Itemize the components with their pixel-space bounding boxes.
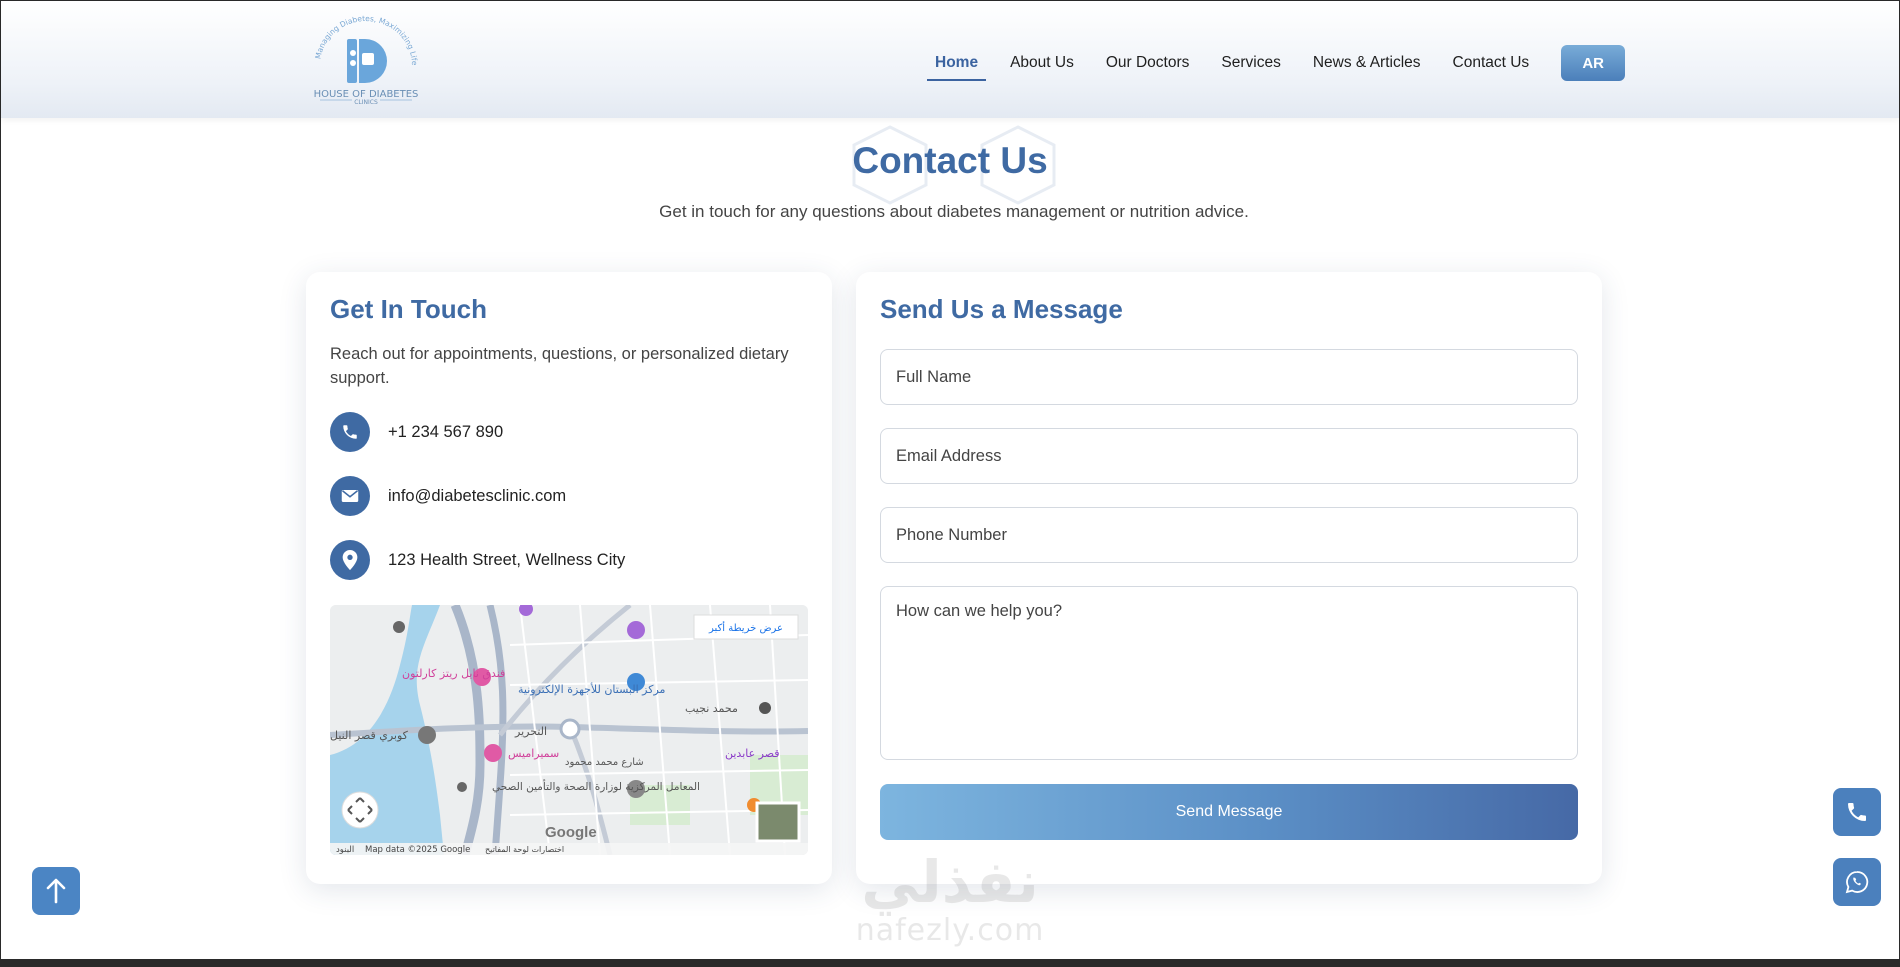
map-keyboard-shortcuts[interactable]: اختصارات لوحة المفاتيح (485, 845, 564, 854)
location-map[interactable]: فندق نايل ريتز كارلتون مركز البستان للأج… (330, 605, 808, 855)
google-logo: Google (545, 824, 597, 841)
phone-icon (1848, 803, 1866, 821)
map-satellite-toggle[interactable] (755, 801, 801, 843)
nav-home[interactable]: Home (927, 45, 987, 81)
whatsapp-float-button[interactable] (1833, 858, 1881, 906)
nav-our-doctors[interactable]: Our Doctors (1098, 45, 1198, 81)
map-label: فندق نايل ريتز كارلتون (402, 667, 505, 680)
watermark-latin: nafezly.com (855, 913, 1045, 948)
contact-info-heading: Get In Touch (330, 294, 487, 324)
map-label: شارع محمد محمود (565, 757, 644, 768)
logo-sub: CLINICS (354, 99, 378, 106)
map-label: المعامل المركزية لوزارة الصحة والتأمين ا… (492, 779, 700, 793)
map-label: قصر عابدين (725, 747, 780, 760)
language-toggle-button[interactable]: AR (1561, 45, 1626, 81)
contact-email-row[interactable]: info@diabetesclinic.com (330, 476, 566, 516)
contact-email: info@diabetesclinic.com (388, 486, 567, 505)
map-attribution: Map data ©2025 Google (365, 845, 470, 855)
site-header: Managing Diabetes, Maximizing Life HOUSE… (1, 1, 1899, 118)
logo-icon: Managing Diabetes, Maximizing Life HOUSE… (313, 14, 419, 106)
main-nav: Home About Us Our Doctors Services News … (927, 43, 1626, 83)
watermark: نفذلي nafezly.com (840, 850, 1060, 960)
phone-number-input[interactable]: Phone Number (880, 507, 1578, 563)
full-name-input[interactable]: Full Name (880, 349, 1578, 405)
page-title: Contact Us (852, 140, 1048, 181)
nav-services[interactable]: Services (1213, 45, 1288, 81)
contact-intro: Reach out for appointments, questions, o… (330, 345, 789, 387)
message-form-heading: Send Us a Message (880, 294, 1123, 324)
map-label: محمد نجيب (685, 702, 738, 715)
contact-address: 123 Health Street, Wellness City (388, 550, 626, 569)
arrow-up-icon (46, 878, 66, 904)
map-canvas[interactable]: فندق نايل ريتز كارلتون مركز البستان للأج… (330, 605, 808, 855)
contact-address-row: 123 Health Street, Wellness City (330, 540, 625, 580)
phone-icon (330, 412, 370, 452)
map-pin-icon (330, 540, 370, 580)
scroll-to-top-button[interactable] (32, 867, 80, 915)
nav-news-articles[interactable]: News & Articles (1305, 45, 1429, 81)
view-larger-map-link[interactable]: عرض خريطة أكبر (708, 621, 783, 634)
watermark-arabic: نفذلي (861, 848, 1039, 916)
map-label: كوبري قصر النيل (330, 729, 409, 742)
map-label: سميراميس (508, 747, 559, 760)
nav-contact-us[interactable]: Contact Us (1445, 45, 1538, 81)
map-terms[interactable]: البنود (336, 845, 354, 855)
call-float-button[interactable] (1833, 788, 1881, 836)
message-textarea[interactable]: How can we help you? (880, 586, 1578, 760)
whatsapp-icon (1845, 871, 1869, 894)
map-label: مركز البستان للأجهزة الإلكترونية (518, 682, 666, 696)
message-form-card: Send Us a Message Full Name Email Addres… (856, 272, 1602, 884)
contact-phone-row[interactable]: +1 234 567 890 (330, 412, 503, 452)
envelope-icon (330, 476, 370, 516)
contact-phone: +1 234 567 890 (388, 422, 504, 441)
email-address-input[interactable]: Email Address (880, 428, 1578, 484)
contact-info-card: Get In Touch Reach out for appointments,… (306, 272, 832, 884)
clinic-logo[interactable]: Managing Diabetes, Maximizing Life HOUSE… (306, 13, 426, 109)
send-message-button[interactable]: Send Message (880, 784, 1578, 840)
page-subtitle: Get in touch for any questions about dia… (659, 202, 1249, 221)
nav-about-us[interactable]: About Us (1002, 45, 1082, 81)
map-label: التحرير (514, 725, 547, 738)
